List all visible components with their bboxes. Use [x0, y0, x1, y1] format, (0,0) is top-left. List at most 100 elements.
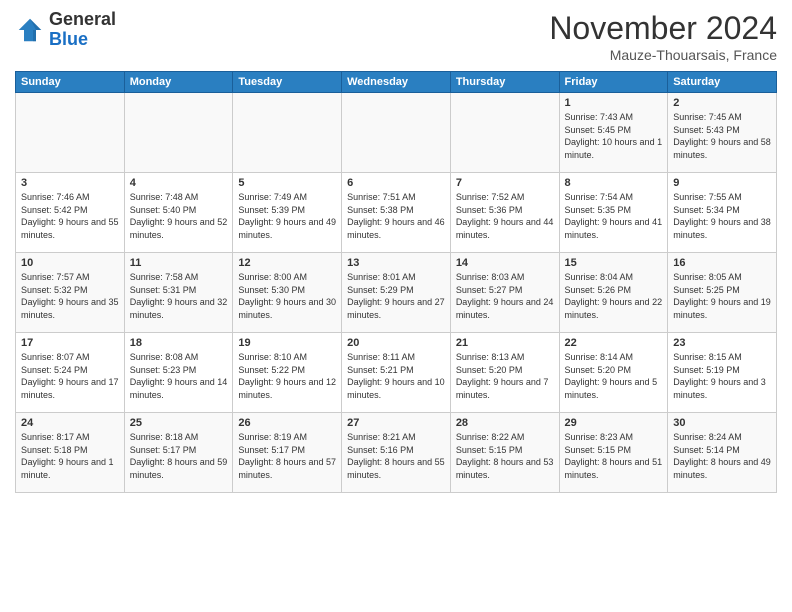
day-info: Sunrise: 8:00 AM Sunset: 5:30 PM Dayligh…: [238, 271, 336, 321]
day-number: 12: [238, 257, 336, 269]
calendar-cell: 20Sunrise: 8:11 AM Sunset: 5:21 PM Dayli…: [342, 333, 451, 413]
day-number: 28: [456, 417, 554, 429]
location-title: Mauze-Thouarsais, France: [549, 47, 777, 63]
title-block: November 2024 Mauze-Thouarsais, France: [549, 10, 777, 63]
day-info: Sunrise: 8:18 AM Sunset: 5:17 PM Dayligh…: [130, 431, 228, 481]
calendar-cell: 15 Sunrise: 8:04 AM Sunset: 5:26 PM Dayli…: [559, 253, 668, 333]
calendar-cell: [342, 93, 451, 173]
day-number: 22: [565, 337, 663, 349]
day-info: Sunrise: 8:07 AM Sunset: 5:24 PM Dayligh…: [21, 351, 119, 401]
calendar-cell: 10 Sunrise: 7:57 AM Sunset: 5:32 PM Dayli…: [16, 253, 125, 333]
day-number: 15: [565, 257, 663, 269]
calendar-cell: 18 Sunrise: 8:08 AM Sunset: 5:23 PM Dayli…: [124, 333, 233, 413]
day-info: Sunrise: 8:11 AM Sunset: 5:21 PM Dayligh…: [347, 351, 445, 401]
day-info: Sunrise: 8:04 AM Sunset: 5:26 PM Dayligh…: [565, 271, 663, 321]
calendar-cell: 5 Sunrise: 7:49 AM Sunset: 5:39 PM Daylig…: [233, 173, 342, 253]
calendar-cell: 4Sunrise: 7:48 AM Sunset: 5:40 PM Daylig…: [124, 173, 233, 253]
weekday-header: Monday: [124, 72, 233, 93]
day-info: Sunrise: 7:55 AM Sunset: 5:34 PM Dayligh…: [673, 191, 771, 241]
weekday-header: Wednesday: [342, 72, 451, 93]
calendar-week-row: 3 Sunrise: 7:46 AM Sunset: 5:42 PM Daylig…: [16, 173, 777, 253]
day-number: 29: [565, 417, 663, 429]
day-info: Sunrise: 8:17 AM Sunset: 5:18 PM Dayligh…: [21, 431, 119, 481]
day-info: Sunrise: 7:49 AM Sunset: 5:39 PM Dayligh…: [238, 191, 336, 241]
day-info: Sunrise: 8:13 AM Sunset: 5:20 PM Dayligh…: [456, 351, 554, 401]
calendar-cell: 12 Sunrise: 8:00 AM Sunset: 5:30 PM Dayli…: [233, 253, 342, 333]
calendar-cell: 13 Sunrise: 8:01 AM Sunset: 5:29 PM Dayli…: [342, 253, 451, 333]
calendar-cell: 21 Sunrise: 8:13 AM Sunset: 5:20 PM Dayli…: [450, 333, 559, 413]
day-info: Sunrise: 8:22 AM Sunset: 5:15 PM Dayligh…: [456, 431, 554, 481]
calendar-cell: 30 Sunrise: 8:24 AM Sunset: 5:14 PM Dayli…: [668, 413, 777, 493]
calendar-week-row: 10 Sunrise: 7:57 AM Sunset: 5:32 PM Dayli…: [16, 253, 777, 333]
calendar-cell: [450, 93, 559, 173]
calendar-cell: 2 Sunrise: 7:45 AM Sunset: 5:43 PM Daylig…: [668, 93, 777, 173]
calendar-cell: 19Sunrise: 8:10 AM Sunset: 5:22 PM Dayli…: [233, 333, 342, 413]
logo-icon: [15, 15, 45, 45]
logo-blue: Blue: [49, 30, 116, 50]
day-number: 17: [21, 337, 119, 349]
day-number: 26: [238, 417, 336, 429]
day-number: 1: [565, 97, 663, 109]
day-number: 8: [565, 177, 663, 189]
day-number: 19: [238, 337, 336, 349]
page: General Blue November 2024 Mauze-Thouars…: [0, 0, 792, 612]
calendar-cell: [124, 93, 233, 173]
calendar-cell: 27Sunrise: 8:21 AM Sunset: 5:16 PM Dayli…: [342, 413, 451, 493]
day-number: 5: [238, 177, 336, 189]
month-title: November 2024: [549, 10, 777, 47]
day-info: Sunrise: 7:52 AM Sunset: 5:36 PM Dayligh…: [456, 191, 554, 241]
calendar-cell: [16, 93, 125, 173]
day-number: 14: [456, 257, 554, 269]
day-info: Sunrise: 7:57 AM Sunset: 5:32 PM Dayligh…: [21, 271, 119, 321]
day-info: Sunrise: 7:43 AM Sunset: 5:45 PM Dayligh…: [565, 111, 663, 161]
day-number: 30: [673, 417, 771, 429]
logo: General Blue: [15, 10, 116, 50]
calendar-cell: 17 Sunrise: 8:07 AM Sunset: 5:24 PM Dayli…: [16, 333, 125, 413]
calendar-cell: 24 Sunrise: 8:17 AM Sunset: 5:18 PM Dayli…: [16, 413, 125, 493]
header: General Blue November 2024 Mauze-Thouars…: [15, 10, 777, 63]
day-number: 21: [456, 337, 554, 349]
calendar-week-row: 24 Sunrise: 8:17 AM Sunset: 5:18 PM Dayli…: [16, 413, 777, 493]
day-number: 11: [130, 257, 228, 269]
day-info: Sunrise: 8:08 AM Sunset: 5:23 PM Dayligh…: [130, 351, 228, 401]
day-number: 24: [21, 417, 119, 429]
calendar-week-row: 1 Sunrise: 7:43 AM Sunset: 5:45 PM Daylig…: [16, 93, 777, 173]
day-info: Sunrise: 8:03 AM Sunset: 5:27 PM Dayligh…: [456, 271, 554, 321]
day-number: 18: [130, 337, 228, 349]
day-info: Sunrise: 7:45 AM Sunset: 5:43 PM Dayligh…: [673, 111, 771, 161]
day-info: Sunrise: 8:15 AM Sunset: 5:19 PM Dayligh…: [673, 351, 771, 401]
day-number: 2: [673, 97, 771, 109]
calendar-cell: 29 Sunrise: 8:23 AM Sunset: 5:15 PM Dayli…: [559, 413, 668, 493]
day-number: 16: [673, 257, 771, 269]
day-info: Sunrise: 7:46 AM Sunset: 5:42 PM Dayligh…: [21, 191, 119, 241]
calendar-cell: 8 Sunrise: 7:54 AM Sunset: 5:35 PM Daylig…: [559, 173, 668, 253]
weekday-header: Tuesday: [233, 72, 342, 93]
calendar-cell: 6Sunrise: 7:51 AM Sunset: 5:38 PM Daylig…: [342, 173, 451, 253]
calendar-cell: 11Sunrise: 7:58 AM Sunset: 5:31 PM Dayli…: [124, 253, 233, 333]
calendar-cell: 14 Sunrise: 8:03 AM Sunset: 5:27 PM Dayli…: [450, 253, 559, 333]
weekday-header: Thursday: [450, 72, 559, 93]
day-number: 10: [21, 257, 119, 269]
logo-text: General Blue: [49, 10, 116, 50]
weekday-header: Sunday: [16, 72, 125, 93]
day-number: 3: [21, 177, 119, 189]
day-number: 27: [347, 417, 445, 429]
day-number: 7: [456, 177, 554, 189]
day-info: Sunrise: 7:54 AM Sunset: 5:35 PM Dayligh…: [565, 191, 663, 241]
day-number: 13: [347, 257, 445, 269]
day-number: 6: [347, 177, 445, 189]
weekday-header: Friday: [559, 72, 668, 93]
day-info: Sunrise: 8:05 AM Sunset: 5:25 PM Dayligh…: [673, 271, 771, 321]
calendar-cell: 22Sunrise: 8:14 AM Sunset: 5:20 PM Dayli…: [559, 333, 668, 413]
calendar-cell: [233, 93, 342, 173]
day-number: 9: [673, 177, 771, 189]
day-info: Sunrise: 8:23 AM Sunset: 5:15 PM Dayligh…: [565, 431, 663, 481]
calendar-cell: 16 Sunrise: 8:05 AM Sunset: 5:25 PM Dayli…: [668, 253, 777, 333]
calendar-cell: 3 Sunrise: 7:46 AM Sunset: 5:42 PM Daylig…: [16, 173, 125, 253]
day-info: Sunrise: 8:01 AM Sunset: 5:29 PM Dayligh…: [347, 271, 445, 321]
calendar-cell: 26 Sunrise: 8:19 AM Sunset: 5:17 PM Dayli…: [233, 413, 342, 493]
day-info: Sunrise: 8:24 AM Sunset: 5:14 PM Dayligh…: [673, 431, 771, 481]
day-info: Sunrise: 8:19 AM Sunset: 5:17 PM Dayligh…: [238, 431, 336, 481]
calendar-cell: 1 Sunrise: 7:43 AM Sunset: 5:45 PM Daylig…: [559, 93, 668, 173]
day-number: 4: [130, 177, 228, 189]
